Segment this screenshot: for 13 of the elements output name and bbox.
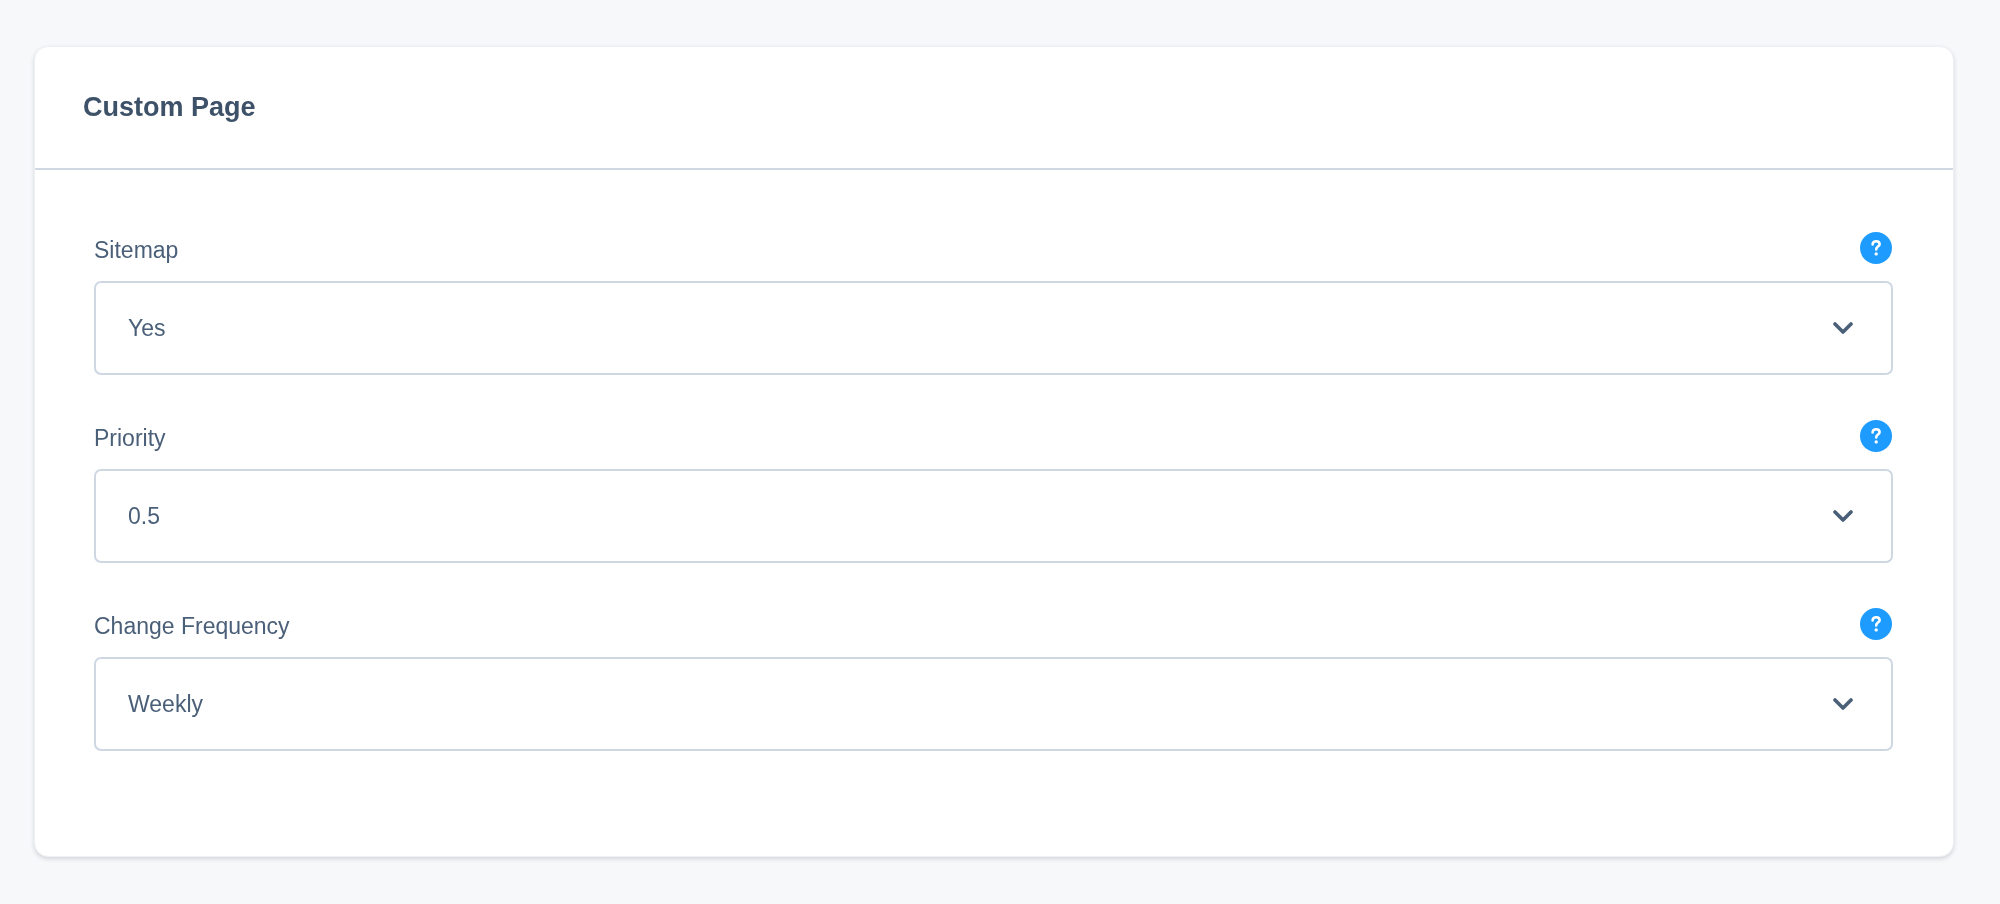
- dropdown-select[interactable]: Weekly: [94, 657, 1893, 751]
- field-label: Change Frequency: [94, 612, 290, 641]
- chevron-down-icon: [1833, 510, 1853, 522]
- chevron-down-icon: [1833, 698, 1853, 710]
- field-label: Priority: [94, 424, 166, 453]
- help-icon[interactable]: [1860, 420, 1892, 452]
- help-icon[interactable]: [1860, 608, 1892, 640]
- dropdown-select[interactable]: Yes: [94, 281, 1893, 375]
- card-title: Custom Page: [83, 91, 257, 124]
- field-label: Sitemap: [94, 236, 179, 265]
- help-icon[interactable]: [1860, 232, 1892, 264]
- chevron-down-icon: [1833, 322, 1853, 334]
- dropdown-select[interactable]: 0.5: [94, 469, 1893, 563]
